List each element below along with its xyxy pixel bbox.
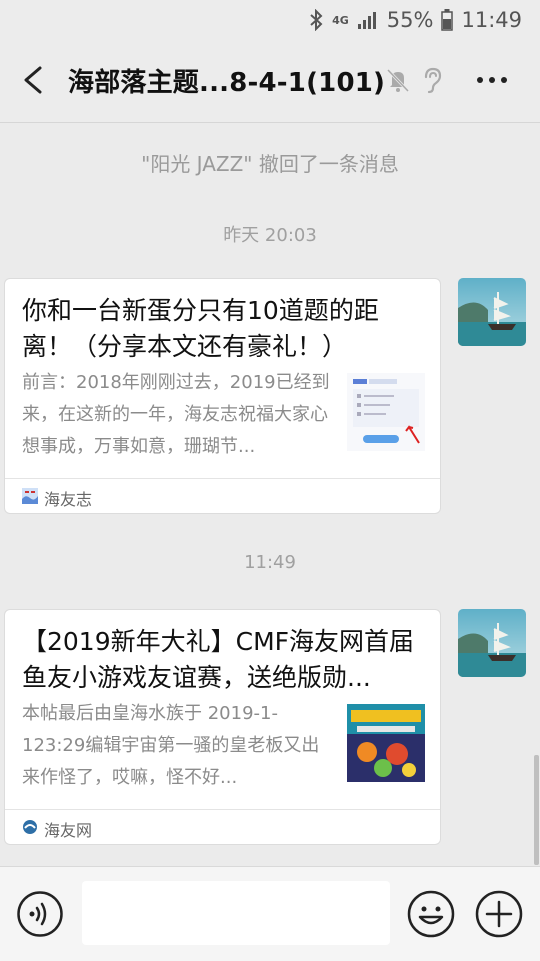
timestamp: 11:49: [244, 552, 296, 573]
card-thumbnail: [347, 373, 425, 451]
source-name: 海友网: [44, 821, 93, 840]
mute-bell-icon: [386, 68, 410, 93]
source-name: 海友志: [44, 490, 93, 509]
recall-notice: "阳光 JAZZ" 撤回了一条消息: [141, 152, 399, 176]
card-description: 前言：2018年刚刚过去，2019已经到来，在这新的一年，海友志祝福大家心想事成…: [22, 372, 330, 457]
message-input[interactable]: [82, 881, 390, 945]
status-time: 11:49: [461, 8, 522, 32]
voice-icon[interactable]: [16, 890, 64, 938]
add-icon[interactable]: [474, 889, 524, 939]
status-bar: 4G 55% 11:49: [0, 0, 540, 40]
network-type: 4G: [332, 13, 349, 27]
back-arrow-icon[interactable]: [14, 60, 54, 100]
ear-icon: [424, 67, 442, 94]
card-title: 你和一台新蛋分只有10道题的距离！（分享本文还有豪礼！）: [22, 296, 379, 361]
chat-header: 海部落主题...8-4-1(101): [0, 40, 540, 123]
card-title: 【2019新年大礼】CMF海友网首届鱼友小游戏友谊赛，送绝版勋...: [22, 627, 415, 692]
scrollbar[interactable]: [534, 755, 539, 865]
card-source: 海友网: [5, 809, 440, 844]
card-source: 海友志: [5, 478, 440, 513]
article-card-2[interactable]: 【2019新年大礼】CMF海友网首届鱼友小游戏友谊赛，送绝版勋... 本帖最后由…: [4, 609, 441, 845]
avatar[interactable]: [458, 278, 526, 346]
source-logo-icon: [23, 820, 37, 834]
avatar[interactable]: [458, 609, 526, 677]
chat-title: 海部落主题...8-4-1(101): [68, 68, 386, 98]
signal-icon: [357, 12, 376, 29]
input-bar: [0, 866, 540, 961]
more-dots-icon[interactable]: [472, 66, 512, 94]
status-icons: 4G 55% 11:49: [308, 6, 522, 34]
card-description: 本帖最后由皇海水族于 2019-1-123:29编辑宇宙第一骚的皇老板又出来作怪…: [22, 703, 320, 788]
emoji-icon[interactable]: [406, 889, 456, 939]
bluetooth-icon: [310, 9, 323, 31]
article-card-1[interactable]: 你和一台新蛋分只有10道题的距离！（分享本文还有豪礼！） 前言：2018年刚刚过…: [4, 278, 441, 514]
card-thumbnail: [347, 704, 425, 782]
timestamp: 昨天 20:03: [223, 225, 317, 246]
battery-percent: 55%: [386, 8, 434, 32]
source-logo-icon: [22, 488, 38, 504]
battery-icon: [441, 9, 454, 31]
